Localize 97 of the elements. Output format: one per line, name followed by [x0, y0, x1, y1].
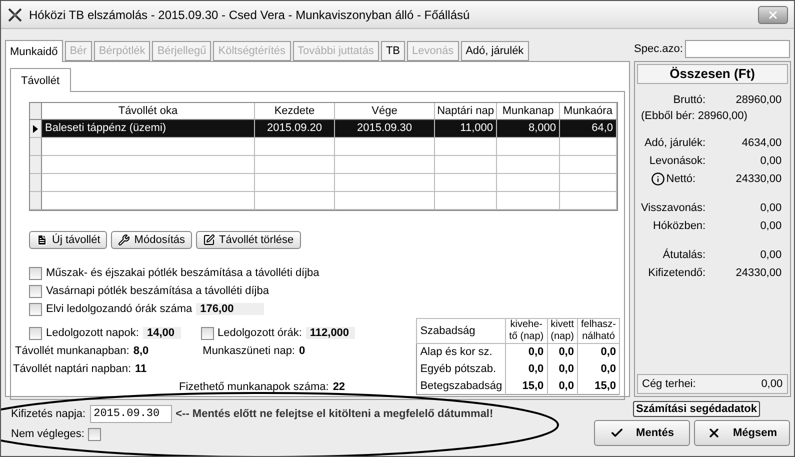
stat-value: 11 — [135, 363, 147, 375]
summary-label: Kifizetendő: — [647, 267, 707, 279]
summary-label: Átutalás: — [662, 249, 707, 261]
field-label: Kifizetés napja: — [11, 408, 86, 420]
table-cell: 0,0 — [577, 360, 620, 378]
tab[interactable]: Távollét — [10, 68, 71, 92]
info-icon[interactable] — [651, 172, 665, 186]
stat-value: 22 — [332, 381, 346, 393]
table-cell: 0,0 — [547, 378, 578, 394]
table-cell: Alap és kor sz. — [416, 344, 506, 360]
field-label: Spec.azo: — [634, 43, 683, 55]
column-header: felhasz- nálható — [577, 318, 620, 344]
summary-label: Cég terhei: — [642, 378, 696, 390]
table-cell: 2015.09.30 — [335, 120, 435, 138]
checkbox-label: Ledolgozott órák: — [218, 327, 302, 339]
table-cell: 15,0 — [577, 378, 620, 394]
summary-label: Nettó: — [666, 173, 696, 185]
summary-value: 24330,00 — [734, 267, 782, 279]
table-cell: 64,0 — [560, 120, 617, 138]
column-header: Munkanap — [497, 103, 560, 120]
checkbox[interactable] — [29, 266, 42, 280]
summary-value: 0,00 — [759, 202, 782, 214]
value-field: 14,00 — [142, 327, 180, 339]
stat-label: Fizethető munkanapok száma: — [179, 381, 329, 393]
stat-label: Távollét munkanapban: — [15, 345, 130, 357]
column-header: Vége — [335, 103, 435, 120]
table-cell: Egyéb pótszab. — [416, 360, 506, 378]
table-cell: 15,0 — [506, 378, 548, 394]
tab[interactable]: Munkaidő — [5, 40, 63, 62]
summary-note: (Ebből bér: 28960,00) — [641, 110, 748, 122]
stat-value: 0 — [299, 345, 306, 357]
toolbar-button[interactable]: Új távollét — [29, 231, 108, 249]
close-button[interactable] — [758, 6, 788, 24]
table-cell: 2015.09.20 — [255, 120, 335, 138]
checkbox[interactable] — [88, 428, 102, 440]
warning-text: <-- Mentés előtt ne felejtse el kitölteni a megfelelő dátummal! — [176, 408, 494, 420]
checkbox[interactable] — [29, 284, 42, 298]
table-cell: 11,000 — [435, 120, 497, 138]
page-icon — [36, 234, 48, 246]
stat-label: Távollét naptári napban: — [13, 363, 132, 375]
value-field: 112,000 — [306, 327, 356, 339]
save-button[interactable]: Mentés — [594, 420, 690, 446]
summary-value: 0,00 — [761, 378, 783, 390]
value-field: 176,00 — [196, 303, 264, 315]
table-cell: 0,0 — [547, 360, 578, 378]
pen-icon — [203, 234, 216, 246]
checkbox[interactable] — [29, 302, 42, 316]
checkbox-label: Nem végleges: — [11, 428, 84, 440]
spec-field[interactable] — [684, 40, 790, 58]
helper-data-button[interactable]: Számítási segédadatok — [632, 401, 760, 417]
table-cell: 8,000 — [497, 120, 560, 138]
checkbox-label: Ledolgozott napok: — [46, 327, 139, 339]
toolbar-button[interactable]: Távollét törlése — [196, 231, 301, 249]
summary-value: 0,00 — [759, 249, 782, 261]
summary-value: 0,00 — [759, 220, 782, 232]
summary-label: Visszavonás: — [641, 202, 707, 214]
table-cell: 0,0 — [506, 344, 548, 360]
column-header: Munkaóra — [560, 103, 617, 120]
checkbox-label: Elvi ledolgozandó órák száma — [46, 303, 192, 315]
stat-value: 8,0 — [133, 345, 149, 357]
checkbox[interactable] — [200, 326, 214, 340]
close-icon — [767, 8, 779, 20]
check-icon — [610, 426, 624, 440]
column-header: Kezdete — [255, 103, 335, 120]
tab[interactable]: Adó, járulék — [460, 41, 529, 61]
table-cell: Betegszabadság — [416, 378, 506, 394]
column-header: Szabadság — [416, 318, 506, 344]
close-icon — [706, 426, 721, 440]
summary-value: 0,00 — [759, 155, 782, 167]
column-header: kivehe- tő (nap) — [506, 318, 548, 344]
summary-value: 4634,00 — [740, 137, 782, 149]
date-field[interactable]: 2015.09.30 — [90, 405, 172, 423]
summary-label: Levonások: — [648, 155, 707, 167]
column-header: kivett (nap) — [547, 318, 578, 344]
summary-value: 24330,00 — [734, 173, 782, 185]
app-icon — [7, 6, 23, 22]
wrench-icon — [118, 234, 130, 246]
stat-label: Munkaszüneti nap: — [202, 345, 295, 357]
column-header: Távollét oka — [42, 103, 255, 120]
tab[interactable]: TB — [380, 41, 405, 61]
window-title: Hóközi TB elszámolás - 2015.09.30 - Csed Vera - Munkaviszonyban álló - Főállású — [29, 8, 471, 22]
cancel-button[interactable]: Mégsem — [694, 420, 790, 446]
summary-label: Hóközben: — [652, 220, 707, 232]
checkbox[interactable] — [29, 326, 42, 340]
checkbox-label: Műszak- és éjszakai pótlék beszámítása a távolléti díjba — [46, 267, 320, 279]
summary-title: Összesen (Ft) — [637, 64, 788, 84]
checkbox-label: Vasárnapi pótlék beszámítása a távolléti díjba — [46, 285, 269, 297]
table-cell: 0,0 — [577, 344, 620, 360]
table-cell: 0,0 — [547, 344, 578, 360]
column-header: Naptári nap — [435, 103, 497, 120]
table-cell: Baleseti táppénz (üzemi) — [42, 120, 255, 138]
summary-label: Adó, járulék: — [643, 137, 707, 149]
summary-value: 28960,00 — [734, 94, 782, 106]
summary-label: Bruttó: — [672, 94, 707, 106]
table-cell: 0,0 — [506, 360, 548, 378]
toolbar-button[interactable]: Módosítás — [111, 231, 192, 249]
row-header[interactable] — [30, 120, 42, 138]
